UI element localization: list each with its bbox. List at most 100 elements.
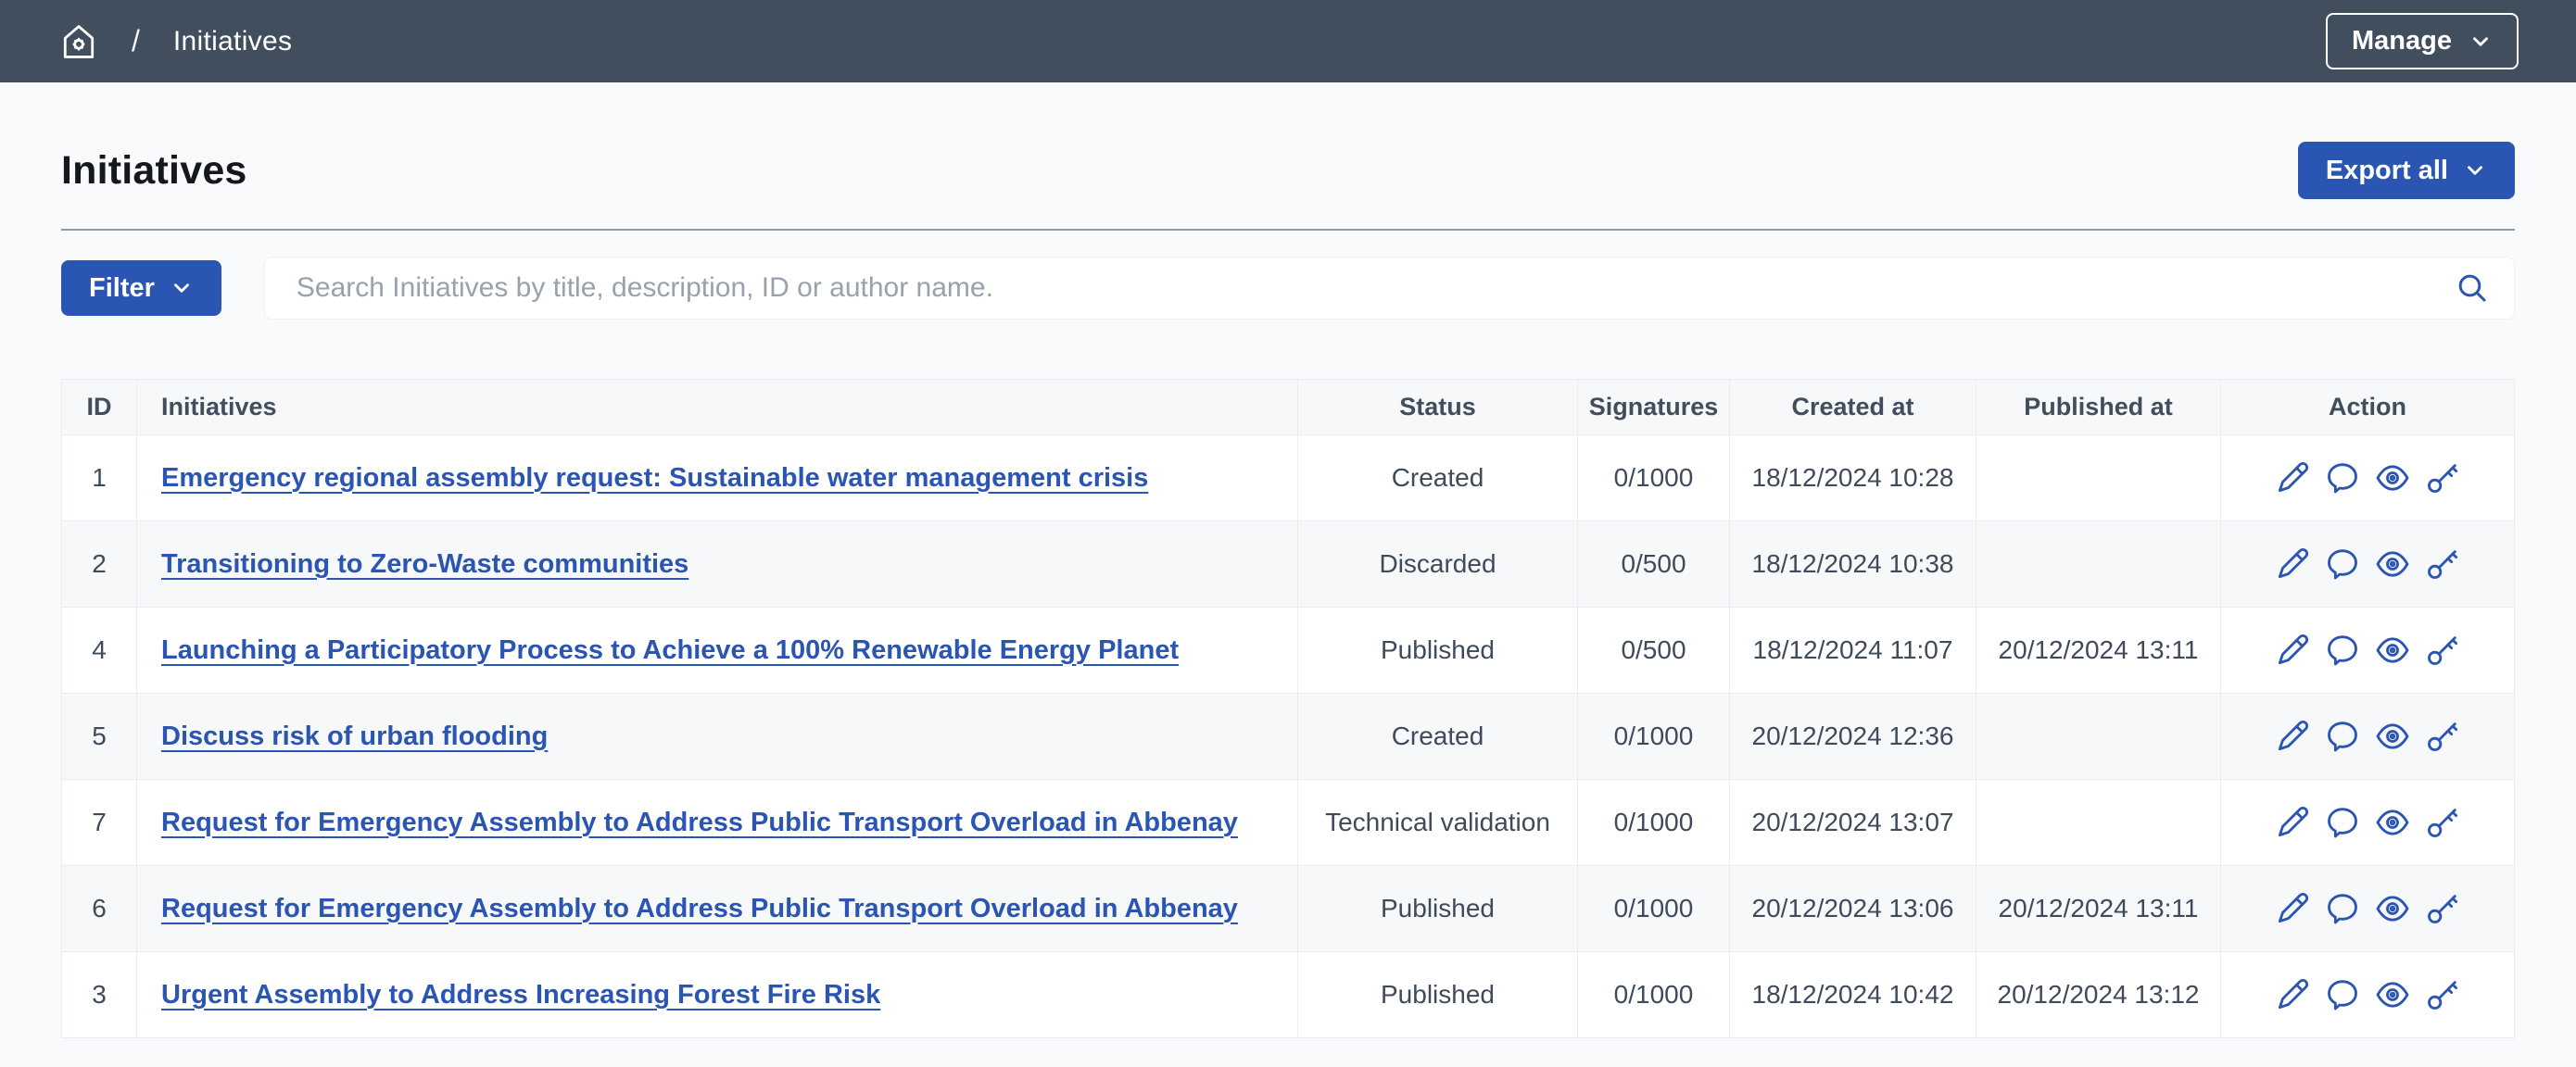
key-icon: [2424, 890, 2461, 927]
column-header-status: Status: [1298, 380, 1578, 435]
table-row: 2 Transitioning to Zero-Waste communitie…: [62, 521, 2515, 608]
chat-bubble-icon: [2324, 718, 2361, 755]
initiative-status: Created: [1298, 694, 1578, 780]
initiative-link[interactable]: Urgent Assembly to Address Increasing Fo…: [161, 980, 880, 1010]
pencil-icon: [2274, 632, 2311, 669]
preview-button[interactable]: [2374, 718, 2411, 755]
table-row: 5 Discuss risk of urban flooding Created…: [62, 694, 2515, 780]
preview-button[interactable]: [2374, 890, 2411, 927]
column-header-action: Action: [2221, 380, 2515, 435]
chat-bubble-icon: [2324, 976, 2361, 1013]
eye-icon: [2374, 546, 2411, 583]
key-icon: [2424, 632, 2461, 669]
initiative-link[interactable]: Request for Emergency Assembly to Addres…: [161, 894, 1238, 923]
key-icon: [2424, 976, 2461, 1013]
eye-icon: [2374, 976, 2411, 1013]
answer-button[interactable]: [2324, 632, 2361, 669]
search-input[interactable]: [264, 257, 2515, 320]
edit-button[interactable]: [2274, 632, 2311, 669]
initiative-title-cell: Discuss risk of urban flooding: [137, 694, 1298, 780]
row-actions: [2221, 632, 2514, 669]
answer-button[interactable]: [2324, 546, 2361, 583]
export-all-button[interactable]: Export all: [2298, 142, 2515, 199]
initiative-created-at: 18/12/2024 10:38: [1730, 521, 1976, 608]
preview-button[interactable]: [2374, 804, 2411, 841]
preview-button[interactable]: [2374, 632, 2411, 669]
home-icon[interactable]: [59, 22, 98, 61]
answer-button[interactable]: [2324, 459, 2361, 496]
permissions-button[interactable]: [2424, 718, 2461, 755]
initiative-actions-cell: [2221, 521, 2515, 608]
initiative-link[interactable]: Request for Emergency Assembly to Addres…: [161, 808, 1238, 837]
initiative-link[interactable]: Discuss risk of urban flooding: [161, 722, 548, 751]
topbar: / Initiatives Manage: [0, 0, 2576, 82]
initiative-created-at: 20/12/2024 12:36: [1730, 694, 1976, 780]
chat-bubble-icon: [2324, 804, 2361, 841]
initiative-published-at: 20/12/2024 13:11: [1976, 608, 2221, 694]
initiative-created-at: 18/12/2024 10:28: [1730, 435, 1976, 521]
preview-button[interactable]: [2374, 976, 2411, 1013]
chat-bubble-icon: [2324, 632, 2361, 669]
initiative-actions-cell: [2221, 435, 2515, 521]
initiative-title-cell: Request for Emergency Assembly to Addres…: [137, 780, 1298, 866]
table-row: 4 Launching a Participatory Process to A…: [62, 608, 2515, 694]
initiative-actions-cell: [2221, 694, 2515, 780]
initiative-created-at: 20/12/2024 13:06: [1730, 866, 1976, 952]
preview-button[interactable]: [2374, 546, 2411, 583]
row-actions: [2221, 804, 2514, 841]
initiative-signatures: 0/1000: [1578, 780, 1730, 866]
column-header-initiatives: Initiatives: [137, 380, 1298, 435]
initiative-link[interactable]: Transitioning to Zero-Waste communities: [161, 549, 688, 579]
permissions-button[interactable]: [2424, 976, 2461, 1013]
initiative-signatures: 0/500: [1578, 608, 1730, 694]
eye-icon: [2374, 804, 2411, 841]
search-icon[interactable]: [2454, 270, 2491, 307]
initiative-created-at: 18/12/2024 11:07: [1730, 608, 1976, 694]
eye-icon: [2374, 632, 2411, 669]
edit-button[interactable]: [2274, 718, 2311, 755]
chevron-down-icon: [2469, 30, 2493, 54]
initiatives-table: IDInitiativesStatusSignaturesCreated atP…: [61, 379, 2515, 1038]
permissions-button[interactable]: [2424, 459, 2461, 496]
manage-button-label: Manage: [2352, 26, 2452, 56]
permissions-button[interactable]: [2424, 632, 2461, 669]
initiative-status: Technical validation: [1298, 780, 1578, 866]
edit-button[interactable]: [2274, 804, 2311, 841]
initiative-id: 4: [62, 608, 137, 694]
pencil-icon: [2274, 976, 2311, 1013]
permissions-button[interactable]: [2424, 546, 2461, 583]
filter-button[interactable]: Filter: [61, 260, 221, 316]
page-title: Initiatives: [61, 148, 247, 194]
table-head: IDInitiativesStatusSignaturesCreated atP…: [62, 380, 2515, 435]
initiative-published-at: 20/12/2024 13:12: [1976, 952, 2221, 1038]
edit-button[interactable]: [2274, 976, 2311, 1013]
answer-button[interactable]: [2324, 804, 2361, 841]
initiative-title-cell: Urgent Assembly to Address Increasing Fo…: [137, 952, 1298, 1038]
initiative-actions-cell: [2221, 608, 2515, 694]
initiative-title-cell: Launching a Participatory Process to Ach…: [137, 608, 1298, 694]
preview-button[interactable]: [2374, 459, 2411, 496]
answer-button[interactable]: [2324, 718, 2361, 755]
pencil-icon: [2274, 459, 2311, 496]
table-row: 1 Emergency regional assembly request: S…: [62, 435, 2515, 521]
edit-button[interactable]: [2274, 459, 2311, 496]
initiative-link[interactable]: Emergency regional assembly request: Sus…: [161, 463, 1148, 493]
initiative-link[interactable]: Launching a Participatory Process to Ach…: [161, 635, 1179, 665]
answer-button[interactable]: [2324, 890, 2361, 927]
edit-button[interactable]: [2274, 890, 2311, 927]
permissions-button[interactable]: [2424, 804, 2461, 841]
edit-button[interactable]: [2274, 546, 2311, 583]
permissions-button[interactable]: [2424, 890, 2461, 927]
key-icon: [2424, 459, 2461, 496]
column-header-published-at: Published at: [1976, 380, 2221, 435]
toolbar: Filter: [61, 257, 2515, 320]
manage-button[interactable]: Manage: [2326, 13, 2519, 69]
initiative-published-at: [1976, 521, 2221, 608]
initiatives-admin-page: / Initiatives Manage Initiatives Export …: [0, 0, 2576, 1038]
answer-button[interactable]: [2324, 976, 2361, 1013]
initiative-status: Published: [1298, 608, 1578, 694]
initiative-title-cell: Emergency regional assembly request: Sus…: [137, 435, 1298, 521]
initiative-title-cell: Transitioning to Zero-Waste communities: [137, 521, 1298, 608]
table-row: 6 Request for Emergency Assembly to Addr…: [62, 866, 2515, 952]
row-actions: [2221, 976, 2514, 1013]
